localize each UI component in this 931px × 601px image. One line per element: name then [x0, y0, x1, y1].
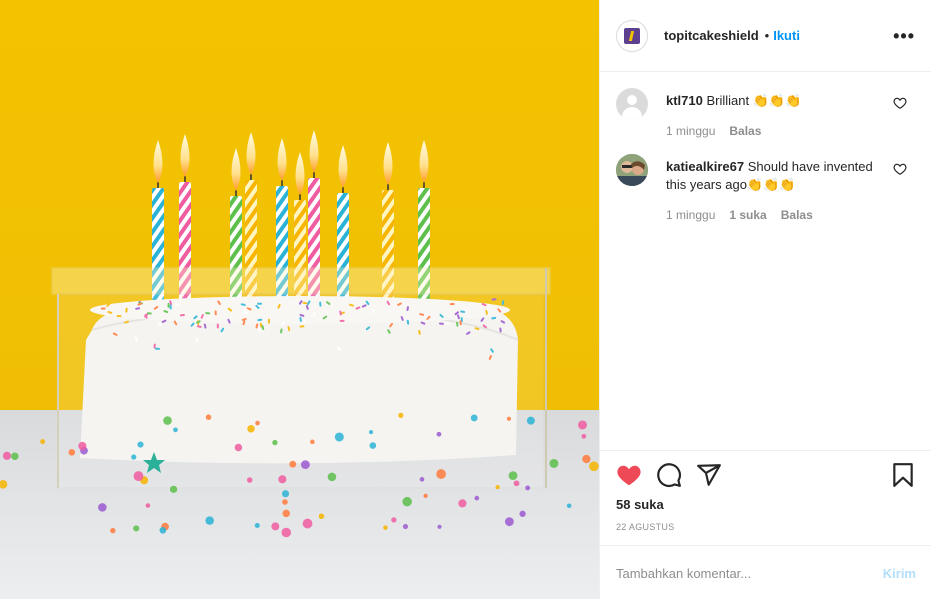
author-username[interactable]: topitcakeshield	[664, 28, 759, 43]
heart-filled-icon[interactable]	[616, 462, 642, 488]
bookmark-icon[interactable]	[890, 462, 916, 488]
cake-illustration	[0, 0, 599, 599]
comment-item: ktl710 Brilliant 👏👏👏 1 minggu Balas	[616, 88, 915, 140]
comment-meta: 1 minggu 1 suka Balas	[666, 206, 888, 224]
author-avatar[interactable]	[616, 19, 648, 52]
post-details-panel: topitcakeshield • Ikuti ••• ktl710 Brill…	[599, 0, 931, 599]
like-comment-heart-icon[interactable]	[893, 162, 907, 176]
comments-list: ktl710 Brilliant 👏👏👏 1 minggu Balas kati…	[600, 72, 931, 450]
commenter-avatar[interactable]	[616, 88, 648, 120]
post-header: topitcakeshield • Ikuti •••	[600, 0, 931, 72]
likes-count[interactable]: 58 suka	[616, 497, 916, 512]
follow-button[interactable]: Ikuti	[773, 28, 800, 43]
comment-time[interactable]: 1 minggu	[666, 122, 715, 140]
post-date[interactable]: 22 AGUSTUS	[616, 522, 916, 532]
reply-button[interactable]: Balas	[781, 206, 813, 224]
separator-dot: •	[764, 28, 770, 43]
comment-item: katiealkire67 Should have invented this …	[616, 154, 915, 224]
commenter-username[interactable]: katiealkire67	[666, 159, 744, 174]
more-options-icon[interactable]: •••	[893, 27, 915, 45]
comment-input[interactable]	[616, 566, 883, 581]
post-comment-button[interactable]: Kirim	[883, 566, 916, 581]
like-comment-heart-icon[interactable]	[893, 96, 907, 110]
comment-time[interactable]: 1 minggu	[666, 206, 715, 224]
post-photo[interactable]	[0, 0, 599, 599]
action-icons-row	[616, 461, 916, 489]
comment-text: Brilliant 👏👏👏	[706, 93, 802, 108]
share-icon[interactable]	[696, 462, 722, 488]
reply-button[interactable]: Balas	[729, 122, 761, 140]
comment-likes-count[interactable]: 1 suka	[729, 206, 766, 224]
commenter-username[interactable]: ktl710	[666, 93, 703, 108]
commenter-avatar[interactable]	[616, 154, 648, 186]
post-actions: 58 suka 22 AGUSTUS	[600, 450, 931, 532]
comment-meta: 1 minggu Balas	[666, 122, 888, 140]
comment-icon[interactable]	[656, 462, 682, 488]
add-comment-bar: Kirim	[600, 545, 931, 601]
